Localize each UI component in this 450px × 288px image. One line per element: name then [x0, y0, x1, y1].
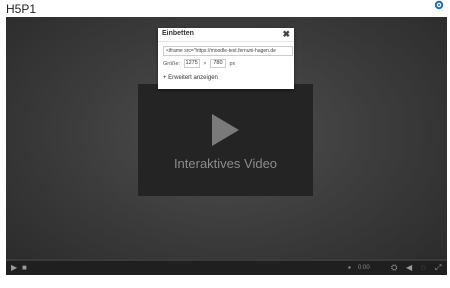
page-title: H5P1 [6, 2, 37, 16]
embed-code-field[interactable]: <iframe src="https://moodle-test.fernuni… [163, 46, 293, 56]
size-row: Größe: 1275 × 780 px [163, 59, 235, 69]
size-label: Größe: [163, 61, 181, 67]
dialog-header: Einbetten ✖ [158, 28, 294, 42]
quality-icon[interactable]: ⛭ [391, 263, 397, 273]
bookmark-icon[interactable]: ▪ [348, 263, 351, 273]
close-icon[interactable]: ✖ [282, 29, 290, 39]
volume-icon[interactable]: ◀ [406, 263, 412, 273]
captions-icon[interactable]: ◌ [421, 263, 426, 273]
controls-bar: ▶ ■ ▪ 0:00 ⛭ ◀ ◌ ⤢ [6, 261, 447, 275]
unit-label: px [229, 61, 236, 67]
fullscreen-icon[interactable]: ⤢ [435, 263, 441, 273]
dialog-title: Einbetten [162, 30, 194, 37]
video-placeholder[interactable]: Interaktives Video [138, 84, 313, 196]
times-sign: × [203, 61, 207, 67]
gear-icon[interactable] [434, 0, 444, 10]
play-icon[interactable]: ▶ [11, 263, 17, 273]
advanced-toggle[interactable]: + Erweitert anzeigen [163, 73, 218, 83]
width-input[interactable]: 1275 [183, 59, 200, 69]
play-icon[interactable] [212, 114, 239, 146]
time-display: 0:00 [358, 265, 370, 271]
embed-dialog: Einbetten ✖ <iframe src="https://moodle-… [158, 28, 294, 89]
stop-icon[interactable]: ■ [22, 263, 27, 273]
video-title: Interaktives Video [173, 156, 278, 171]
height-input[interactable]: 780 [209, 59, 226, 69]
